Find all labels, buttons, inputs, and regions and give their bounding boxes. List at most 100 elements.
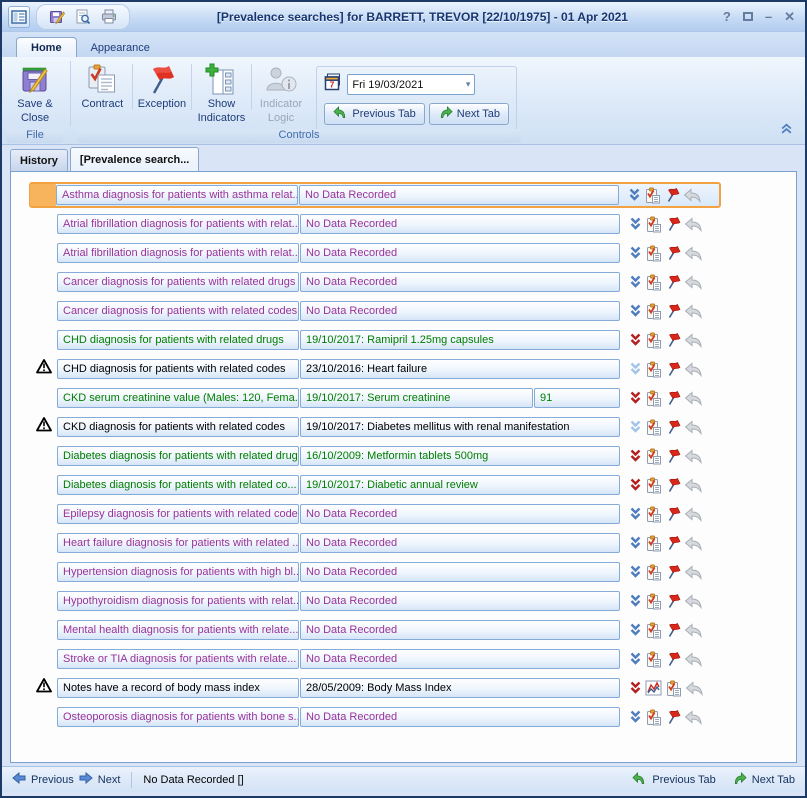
exception-flag-icon[interactable] <box>665 535 681 551</box>
double-chevron-down-icon[interactable] <box>629 507 642 521</box>
indicator-label[interactable]: Atrial fibrillation diagnosis for patien… <box>57 214 299 234</box>
indicator-row[interactable]: Epilepsy diagnosis for patients with rel… <box>29 501 721 527</box>
indicator-label[interactable]: Stroke or TIA diagnosis for patients wit… <box>57 649 299 669</box>
indicator-extra-value[interactable]: 91 <box>534 388 620 408</box>
tab-prevalence-search[interactable]: [Prevalence search... <box>70 147 199 171</box>
print-icon[interactable] <box>99 7 119 27</box>
indicator-value[interactable]: 16/10/2009: Metformin tablets 500mg <box>300 446 620 466</box>
save-close-button[interactable]: Save & Close <box>4 60 66 126</box>
show-indicators-button[interactable]: Show Indicators <box>194 60 249 126</box>
indicator-value[interactable]: No Data Recorded <box>300 620 620 640</box>
indicator-label[interactable]: Mental health diagnosis for patients wit… <box>57 620 299 640</box>
contract-button[interactable]: Contract <box>75 60 130 112</box>
statusbar-previous-tab-button[interactable]: Previous Tab <box>632 771 715 789</box>
indicator-value[interactable]: 19/10/2017: Diabetic annual review <box>300 475 620 495</box>
exception-flag-icon[interactable] <box>665 564 681 580</box>
copy-clipboard-icon[interactable] <box>645 593 662 610</box>
indicator-row[interactable]: Heart failure diagnosis for patients wit… <box>29 530 721 556</box>
double-chevron-down-icon[interactable] <box>629 217 642 231</box>
indicator-value[interactable]: No Data Recorded <box>300 707 620 727</box>
take-on-arrow-icon[interactable] <box>684 275 703 290</box>
exception-flag-icon[interactable] <box>665 332 681 348</box>
exception-flag-icon[interactable] <box>665 709 681 725</box>
take-on-arrow-icon[interactable] <box>684 333 703 348</box>
close-button[interactable]: ✕ <box>784 10 795 23</box>
copy-clipboard-icon[interactable] <box>645 448 662 465</box>
next-button[interactable]: Next <box>79 772 121 787</box>
exception-flag-icon[interactable] <box>665 622 681 638</box>
double-chevron-down-icon[interactable] <box>629 420 642 434</box>
copy-clipboard-icon[interactable] <box>665 680 682 697</box>
indicator-value[interactable]: No Data Recorded <box>300 562 620 582</box>
take-on-arrow-icon[interactable] <box>684 362 703 377</box>
indicator-label[interactable]: CKD serum creatinine value (Males: 120, … <box>57 388 299 408</box>
take-on-arrow-icon[interactable] <box>684 420 703 435</box>
tab-home[interactable]: Home <box>16 37 77 57</box>
double-chevron-down-icon[interactable] <box>629 681 642 695</box>
exception-flag-icon[interactable] <box>665 216 681 232</box>
take-on-arrow-icon[interactable] <box>684 536 703 551</box>
indicator-label[interactable]: Diabetes diagnosis for patients with rel… <box>57 475 299 495</box>
take-on-arrow-icon[interactable] <box>684 304 703 319</box>
take-on-arrow-icon[interactable] <box>685 681 704 696</box>
take-on-arrow-icon[interactable] <box>684 623 703 638</box>
indicator-row[interactable]: Hypertension diagnosis for patients with… <box>29 559 721 585</box>
exception-flag-icon[interactable] <box>665 274 681 290</box>
exception-flag-icon[interactable] <box>665 506 681 522</box>
indicator-label[interactable]: Diabetes diagnosis for patients with rel… <box>57 446 299 466</box>
save-icon[interactable] <box>47 7 67 27</box>
indicator-row[interactable]: Atrial fibrillation diagnosis for patien… <box>29 240 721 266</box>
indicator-row[interactable]: Mental health diagnosis for patients wit… <box>29 617 721 643</box>
date-picker[interactable]: Fri 19/03/2021 ▾ <box>347 74 475 95</box>
tab-history[interactable]: History <box>10 149 68 171</box>
copy-clipboard-icon[interactable] <box>645 564 662 581</box>
indicator-value[interactable]: No Data Recorded <box>300 243 620 263</box>
copy-clipboard-icon[interactable] <box>645 709 662 726</box>
collapse-ribbon-icon[interactable] <box>780 122 793 140</box>
indicator-label[interactable]: Cancer diagnosis for patients with relat… <box>57 272 299 292</box>
print-preview-icon[interactable] <box>73 7 93 27</box>
exception-flag-icon[interactable] <box>665 651 681 667</box>
indicator-label[interactable]: Hypothyroidism diagnosis for patients wi… <box>57 591 299 611</box>
indicator-row[interactable]: CKD diagnosis for patients with related … <box>29 414 721 440</box>
take-on-arrow-icon[interactable] <box>684 478 703 493</box>
copy-clipboard-icon[interactable] <box>645 535 662 552</box>
indicator-row[interactable]: Osteoporosis diagnosis for patients with… <box>29 704 721 730</box>
indicator-value[interactable]: No Data Recorded <box>300 272 620 292</box>
double-chevron-down-icon[interactable] <box>628 188 641 202</box>
take-on-arrow-icon[interactable] <box>684 246 703 261</box>
take-on-arrow-icon[interactable] <box>684 507 703 522</box>
indicator-label[interactable]: Heart failure diagnosis for patients wit… <box>57 533 299 553</box>
value-graph-icon[interactable] <box>645 680 662 696</box>
copy-clipboard-icon[interactable] <box>645 361 662 378</box>
indicator-row[interactable]: Cancer diagnosis for patients with relat… <box>29 269 721 295</box>
copy-clipboard-icon[interactable] <box>645 390 662 407</box>
double-chevron-down-icon[interactable] <box>629 565 642 579</box>
indicator-label[interactable]: CHD diagnosis for patients with related … <box>57 330 299 350</box>
indicator-label[interactable]: Atrial fibrillation diagnosis for patien… <box>57 243 299 263</box>
double-chevron-down-icon[interactable] <box>629 362 642 376</box>
exception-flag-icon[interactable] <box>665 593 681 609</box>
next-tab-button[interactable]: Next Tab <box>429 103 509 125</box>
copy-clipboard-icon[interactable] <box>645 303 662 320</box>
indicator-label[interactable]: Cancer diagnosis for patients with relat… <box>57 301 299 321</box>
previous-button[interactable]: Previous <box>12 772 74 787</box>
exception-flag-icon[interactable] <box>665 477 681 493</box>
indicator-row[interactable]: Notes have a record of body mass index 2… <box>29 675 721 701</box>
double-chevron-down-icon[interactable] <box>629 594 642 608</box>
indicator-value[interactable]: 28/05/2009: Body Mass Index <box>300 678 620 698</box>
indicator-value[interactable]: 23/10/2016: Heart failure <box>300 359 620 379</box>
double-chevron-down-icon[interactable] <box>629 710 642 724</box>
take-on-arrow-icon[interactable] <box>684 565 703 580</box>
minimize-button[interactable]: – <box>765 10 772 23</box>
indicator-value[interactable]: No Data Recorded <box>300 301 620 321</box>
take-on-arrow-icon[interactable] <box>684 710 703 725</box>
exception-flag-icon[interactable] <box>665 390 681 406</box>
copy-clipboard-icon[interactable] <box>645 651 662 668</box>
take-on-arrow-icon[interactable] <box>684 652 703 667</box>
copy-clipboard-icon[interactable] <box>645 506 662 523</box>
indicator-label[interactable]: Hypertension diagnosis for patients with… <box>57 562 299 582</box>
double-chevron-down-icon[interactable] <box>629 246 642 260</box>
indicator-row[interactable]: CHD diagnosis for patients with related … <box>29 356 721 382</box>
indicator-value[interactable]: No Data Recorded <box>300 533 620 553</box>
